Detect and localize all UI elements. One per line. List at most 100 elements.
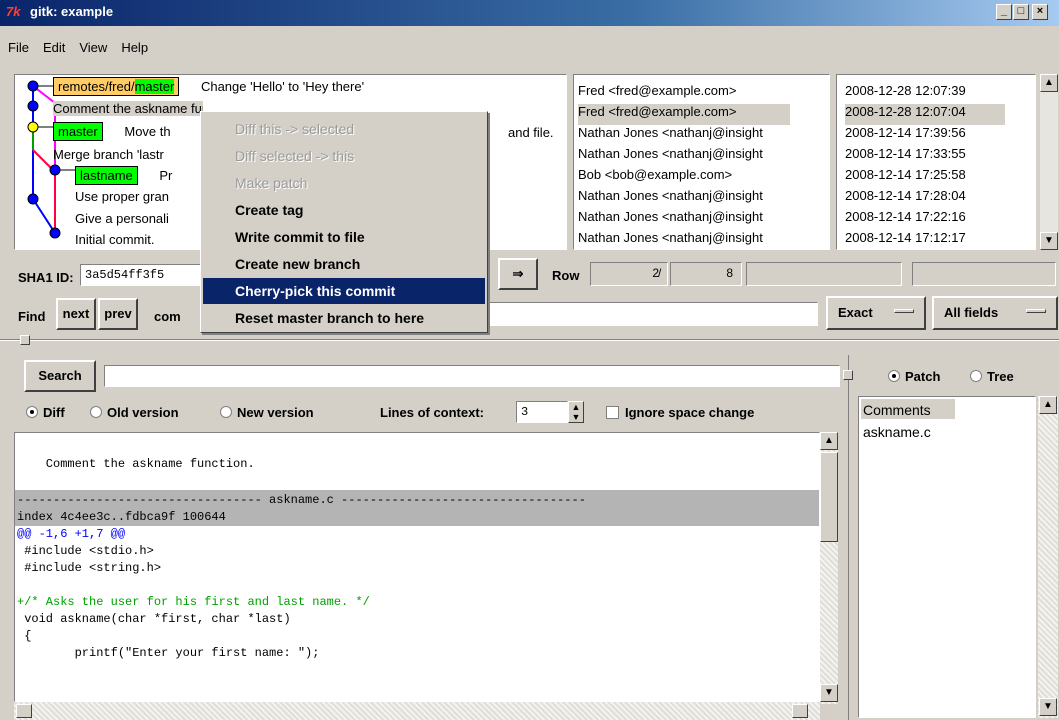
author-cell: Nathan Jones <nathanj@insight: [578, 125, 763, 140]
commit-message: Merge branch 'lastr: [53, 147, 164, 162]
scroll-up-arrow-icon[interactable]: ▲: [820, 432, 838, 450]
menu-item-diff-this-selected[interactable]: Diff this -> selected: [203, 116, 485, 142]
checkbox-icon: [606, 406, 619, 419]
file-list[interactable]: Comments askname.c: [858, 396, 1036, 718]
scroll-up-arrow-icon[interactable]: ▲: [1040, 74, 1058, 92]
find-next-button[interactable]: next: [56, 298, 96, 330]
commit-row-0[interactable]: remotes/fred/master Change 'Hello' to 'H…: [53, 77, 364, 96]
menu-item-cherry-pick[interactable]: Cherry-pick this commit: [203, 278, 485, 304]
diff-line: {: [17, 629, 32, 643]
branch-tag-lastname[interactable]: lastname: [75, 166, 138, 185]
commit-list-scrollbar[interactable]: ▲ ▼: [1040, 74, 1058, 250]
radio-off-icon: [220, 406, 232, 418]
scroll-down-arrow-icon[interactable]: ▼: [1040, 232, 1058, 250]
vertical-sash-handle[interactable]: [843, 370, 853, 380]
maximize-button[interactable]: □: [1013, 4, 1029, 20]
author-cell: Fred <fred@example.com>: [578, 104, 790, 125]
menu-item-create-tag[interactable]: Create tag: [203, 197, 485, 223]
scroll-up-arrow-icon[interactable]: ▲: [1039, 396, 1057, 414]
author-cell: Nathan Jones <nathanj@insight: [578, 146, 763, 161]
search-input[interactable]: [104, 365, 840, 387]
pane-sash-handle[interactable]: [20, 335, 30, 345]
forward-arrow-icon[interactable]: ⇒: [498, 258, 538, 290]
commit-row-4[interactable]: lastname Pr: [75, 166, 172, 185]
menu-item-create-branch[interactable]: Create new branch: [203, 251, 485, 277]
find-type-label[interactable]: com: [154, 309, 181, 324]
find-fields-dropdown[interactable]: All fields: [932, 296, 1058, 330]
close-button[interactable]: ×: [1032, 4, 1048, 20]
diff-radio[interactable]: Diff: [26, 405, 65, 420]
scroll-left-arrow-icon[interactable]: [16, 704, 32, 718]
author-column[interactable]: Fred <fred@example.com> Fred <fred@examp…: [573, 74, 830, 250]
context-menu: Diff this -> selected Diff selected -> t…: [200, 111, 488, 333]
date-cell: 2008-12-28 12:07:04: [845, 104, 1005, 125]
search-button[interactable]: Search: [24, 360, 96, 392]
file-list-item[interactable]: askname.c: [863, 424, 931, 440]
row-label: Row: [552, 268, 580, 283]
commit-message: Pr: [159, 168, 173, 183]
commit-row-7[interactable]: Initial commit.: [75, 232, 154, 247]
date-cell: 2008-12-14 17:33:55: [845, 146, 966, 161]
menu-item-reset-master[interactable]: Reset master branch to here: [203, 305, 485, 331]
find-mode-dropdown[interactable]: Exact: [826, 296, 926, 330]
find-prev-button[interactable]: prev: [98, 298, 138, 330]
ignore-space-checkbox[interactable]: Ignore space change: [606, 405, 754, 420]
commit-row-6[interactable]: Give a personali: [75, 211, 169, 226]
date-cell: 2008-12-28 12:07:39: [845, 83, 966, 98]
context-spinbox[interactable]: 3: [516, 401, 568, 423]
file-list-item[interactable]: Comments: [863, 402, 931, 418]
diff-added-line: +/* Asks the user for his first and last…: [17, 595, 370, 609]
tree-radio[interactable]: Tree: [970, 369, 1014, 384]
patch-radio[interactable]: Patch: [888, 369, 940, 384]
commit-row-3[interactable]: Merge branch 'lastr: [53, 147, 164, 162]
scroll-down-arrow-icon[interactable]: ▼: [1039, 698, 1057, 716]
tk-logo-icon: 7k: [6, 4, 21, 19]
radio-off-icon: [90, 406, 102, 418]
remote-branch-tag[interactable]: remotes/fred/master: [53, 77, 180, 96]
new-version-radio[interactable]: New version: [220, 405, 314, 420]
pane-divider[interactable]: [0, 339, 1059, 341]
diff-index-line: index 4c4ee3c..fdbca9f 100644: [17, 510, 226, 524]
menu-item-write-commit[interactable]: Write commit to file: [203, 224, 485, 250]
window-title: gitk: example: [30, 4, 114, 19]
old-version-radio[interactable]: Old version: [90, 405, 179, 420]
commit-row-1[interactable]: Comment the askname function: [53, 101, 203, 116]
radio-on-icon: [888, 370, 900, 382]
sha1-field[interactable]: 3a5d54ff3f5: [80, 264, 202, 286]
scroll-down-arrow-icon[interactable]: ▼: [820, 684, 838, 702]
diff-scrollbar[interactable]: ▲ ▼: [820, 432, 838, 704]
author-cell: Nathan Jones <nathanj@insight: [578, 209, 763, 224]
scroll-right-arrow-icon[interactable]: [792, 704, 808, 718]
menu-view[interactable]: View: [79, 40, 107, 55]
diff-horizontal-scrollbar[interactable]: [14, 702, 820, 720]
date-cell: 2008-12-14 17:22:16: [845, 209, 966, 224]
commit-message: Comment the askname function: [53, 101, 203, 116]
author-cell: Nathan Jones <nathanj@insight: [578, 230, 763, 245]
commit-message: Change 'Hello' to 'Hey there': [200, 79, 365, 94]
menu-help[interactable]: Help: [121, 40, 148, 55]
commit-row-2[interactable]: master Move th: [53, 122, 171, 141]
spin-arrows-icon[interactable]: ▲ ▼: [568, 401, 584, 423]
menu-item-make-patch[interactable]: Make patch: [203, 170, 485, 196]
context-label: Lines of context:: [380, 405, 485, 420]
scroll-thumb[interactable]: [820, 452, 838, 542]
diff-line: #include <stdio.h>: [17, 544, 154, 558]
diff-file-header: ---------------------------------- askna…: [17, 493, 586, 507]
title-bar: 7k gitk: example _ □ ×: [0, 0, 1059, 26]
diff-view[interactable]: Comment the askname function. ----------…: [14, 432, 820, 702]
diff-line: void askname(char *first, char *last): [17, 612, 291, 626]
commit-row-5[interactable]: Use proper gran: [75, 189, 169, 204]
commit-message-tail: and file.: [508, 125, 554, 140]
radio-off-icon: [970, 370, 982, 382]
author-cell: Nathan Jones <nathanj@insight: [578, 188, 763, 203]
minimize-button[interactable]: _: [996, 4, 1012, 20]
date-column[interactable]: 2008-12-28 12:07:39 2008-12-28 12:07:04 …: [836, 74, 1036, 250]
author-cell: Fred <fred@example.com>: [578, 83, 737, 98]
menu-item-diff-selected-this[interactable]: Diff selected -> this: [203, 143, 485, 169]
find-input[interactable]: [488, 302, 818, 326]
branch-tag-master[interactable]: master: [53, 122, 103, 141]
commit-message: Move th: [124, 124, 171, 139]
menu-file[interactable]: File: [8, 40, 29, 55]
menu-edit[interactable]: Edit: [43, 40, 65, 55]
file-list-scrollbar[interactable]: ▲ ▼: [1038, 396, 1058, 718]
